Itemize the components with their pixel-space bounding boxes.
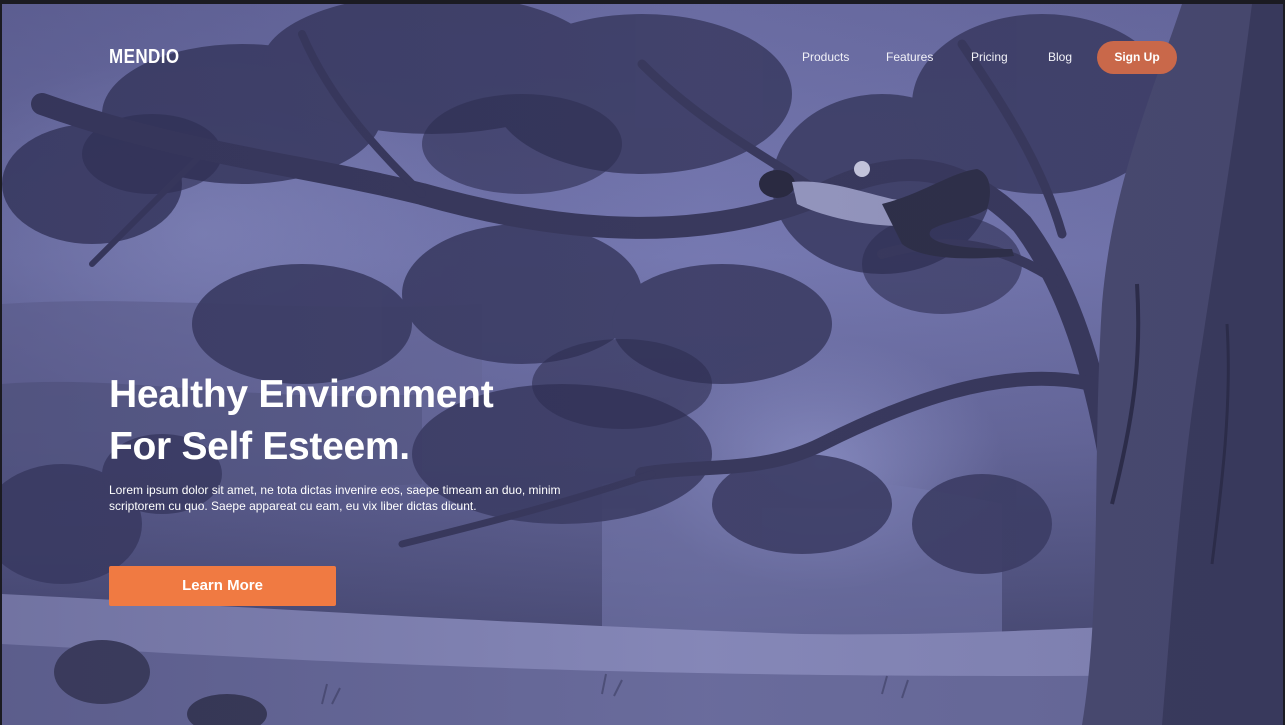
nav-link-products[interactable]: Products xyxy=(802,50,849,64)
learn-more-button[interactable]: Learn More xyxy=(109,566,336,606)
hero-headline-line-2: For Self Esteem. xyxy=(109,425,410,468)
hero-headline-line-1: Healthy Environment xyxy=(109,373,494,416)
nav-link-features[interactable]: Features xyxy=(886,50,933,64)
nav-link-blog[interactable]: Blog xyxy=(1048,50,1072,64)
hero-headline: Healthy Environment For Self Esteem. xyxy=(109,369,494,473)
hero-description: Lorem ipsum dolor sit amet, ne tota dict… xyxy=(109,483,561,513)
hero-section: MENDIO Products Features Pricing Blog Si… xyxy=(2,4,1283,725)
top-navigation: MENDIO Products Features Pricing Blog Si… xyxy=(2,4,1283,114)
brand-logo[interactable]: MENDIO xyxy=(109,46,180,69)
nav-link-pricing[interactable]: Pricing xyxy=(971,50,1008,64)
sign-up-button[interactable]: Sign Up xyxy=(1097,41,1177,74)
